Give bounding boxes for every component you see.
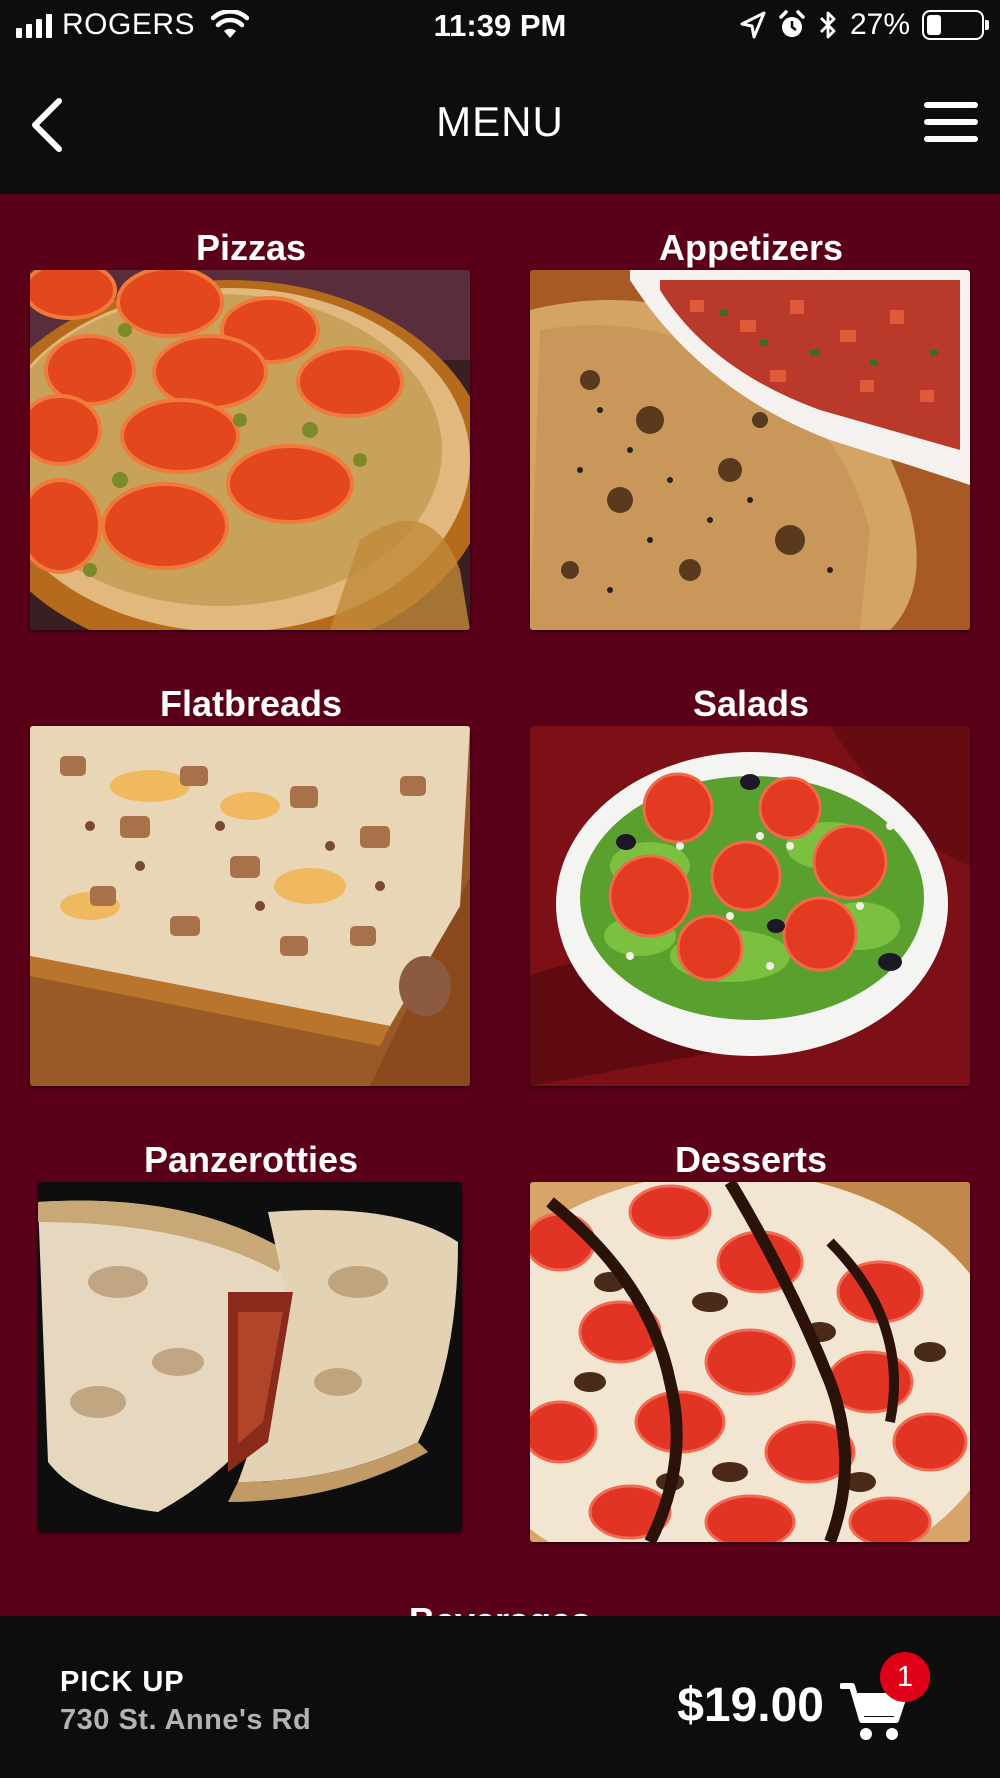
order-summary-bar: PICK UP 730 St. Anne's Rd $19.00 1 [0, 1616, 1000, 1778]
category-desserts[interactable]: Desserts [530, 1138, 972, 1542]
pickup-label[interactable]: PICK UP [60, 1666, 185, 1699]
category-title: Pizzas [195, 227, 307, 268]
panzerotti-photo[interactable] [38, 1182, 462, 1532]
category-title: Desserts [674, 1139, 828, 1180]
location-arrow-icon [740, 11, 766, 39]
status-right: 27% [740, 8, 989, 42]
category-title: Appetizers [658, 227, 844, 268]
flatbread-photo[interactable] [30, 726, 470, 1086]
hamburger-icon-line [924, 119, 978, 125]
category-flatbreads[interactable]: Flatbreads [30, 682, 472, 1086]
category-salads[interactable]: Salads [530, 682, 972, 1086]
menu-category-grid: Pizzas Appetizers Flatbreads Salads Panz… [0, 194, 1000, 1616]
category-title: Flatbreads [159, 683, 343, 724]
bluetooth-icon [819, 11, 836, 39]
hamburger-menu-button[interactable] [924, 102, 978, 142]
battery-icon [922, 10, 989, 40]
category-beverages-title[interactable]: Beverages [0, 1600, 1000, 1616]
hamburger-icon-line [924, 102, 978, 108]
category-title: Salads [692, 683, 810, 724]
order-total[interactable]: $19.00 [677, 1678, 824, 1733]
appetizers-photo[interactable] [530, 270, 970, 630]
battery-level [927, 15, 942, 35]
pizza-photo[interactable] [30, 270, 470, 630]
category-title: Panzerotties [143, 1139, 359, 1180]
status-bar: ROGERS 11:39 PM 27% [0, 0, 1000, 56]
hamburger-icon-line [924, 136, 978, 142]
category-pizzas[interactable]: Pizzas [30, 226, 472, 630]
salad-photo[interactable] [530, 726, 970, 1086]
battery-percent: 27% [849, 8, 910, 41]
cart-count-badge: 1 [880, 1652, 930, 1702]
dessert-photo[interactable] [530, 1182, 970, 1542]
pickup-address[interactable]: 730 St. Anne's Rd [60, 1704, 311, 1737]
page-title: MENU [436, 98, 564, 145]
alarm-icon [779, 10, 805, 37]
category-panzerotties[interactable]: Panzerotties [30, 1138, 472, 1532]
category-appetizers[interactable]: Appetizers [530, 226, 972, 630]
nav-bar: MENU [0, 56, 1000, 194]
